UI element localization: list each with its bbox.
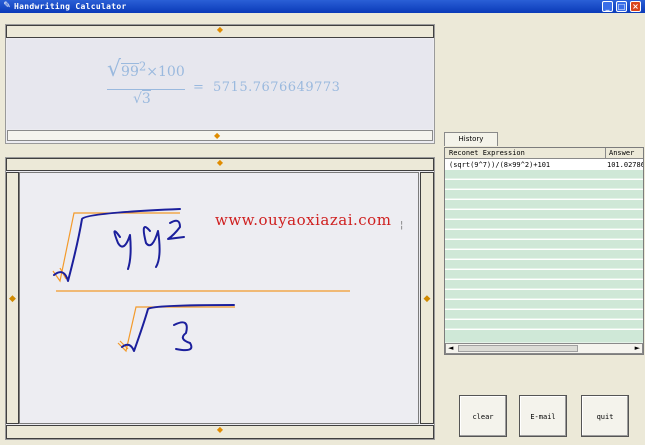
clear-button[interactable]: clear [459, 395, 507, 437]
list-item [445, 220, 643, 229]
handwriting-canvas[interactable]: ¦ www.ouyaoxiazai.com [19, 172, 419, 424]
scrollbar-thumb[interactable] [458, 345, 578, 352]
list-item [445, 210, 643, 219]
window-title: Handwriting Calculator [14, 2, 127, 11]
handwriting-right-splitter[interactable]: ◆ [420, 172, 434, 424]
cursor-marker: ¦ [400, 220, 403, 231]
equals-sign: = [193, 80, 204, 95]
handwritten-exponent-2 [167, 219, 185, 240]
down-arrow-icon: ◆ [216, 425, 224, 434]
close-button[interactable]: × [630, 1, 641, 12]
handwritten-sqrt-lower [121, 304, 235, 352]
scroll-right-icon[interactable]: ► [635, 344, 640, 353]
left-arrow-icon: ◆ [9, 294, 16, 304]
minimize-button[interactable]: _ [602, 1, 613, 12]
list-item [445, 320, 643, 329]
table-row[interactable]: (sqrt(9^7))/(8×99^2)+101 101.02786 [445, 160, 644, 170]
maximize-button[interactable]: □ [616, 1, 627, 12]
formula-denominator: √3 [133, 90, 151, 107]
list-item [445, 230, 643, 239]
up-arrow-icon: ◆ [216, 158, 224, 167]
history-expression: (sqrt(9^7))/(8×99^2)+101 [449, 161, 551, 169]
result-value: 5715.7676649773 [213, 80, 341, 95]
column-header-expression[interactable]: Reconet Expression [449, 148, 525, 159]
result-scrollbar[interactable]: ◆ [7, 130, 433, 141]
email-button[interactable]: E-mail [519, 395, 567, 437]
list-item [445, 250, 643, 259]
list-item [445, 190, 643, 199]
handwritten-digit-9a [113, 230, 132, 270]
watermark-text: www.ouyaoxiazai.com [215, 211, 392, 229]
handwriting-top-splitter[interactable]: ◆ [6, 158, 434, 171]
history-header: Reconet Expression Answer [445, 148, 643, 159]
list-item [445, 240, 643, 249]
down-arrow-icon: ◆ [214, 131, 221, 140]
list-item [445, 310, 643, 319]
handwriting-bottom-splitter[interactable]: ◆ [6, 425, 434, 439]
calculator-app-icon: ✎ [3, 1, 11, 11]
tab-history[interactable]: History [444, 132, 498, 146]
right-arrow-icon: ◆ [423, 294, 431, 304]
list-item [445, 290, 643, 299]
handwritten-digit-9b [142, 226, 161, 268]
up-arrow-icon: ◆ [216, 25, 224, 34]
quit-button[interactable]: quit [581, 395, 629, 437]
recognized-sqrt-guide [52, 212, 180, 283]
column-header-answer[interactable]: Answer [605, 148, 634, 159]
title-bar: ✎ Handwriting Calculator _ □ × [0, 0, 645, 13]
list-item [445, 330, 643, 343]
list-item [445, 180, 643, 189]
list-item [445, 300, 643, 309]
handwriting-left-splitter[interactable]: ◆ [6, 172, 19, 424]
history-answer: 101.02786 [607, 161, 644, 169]
history-scrollbar[interactable]: ◄ ► [445, 343, 643, 354]
result-display: √992×100 √3 = 5715.7676649773 [7, 39, 433, 129]
formula-numerator: √992×100 [107, 57, 185, 82]
list-item [445, 170, 643, 179]
square-root-icon: √ [133, 91, 142, 107]
scroll-left-icon[interactable]: ◄ [448, 344, 453, 353]
square-root-icon: √ [107, 57, 122, 82]
result-panel-top-splitter[interactable]: ◆ [6, 25, 434, 38]
list-item [445, 270, 643, 279]
list-item [445, 260, 643, 269]
list-item [445, 280, 643, 289]
history-table: Reconet Expression Answer (sqrt(9^7))/(8… [444, 147, 644, 355]
handwritten-digit-3 [173, 321, 193, 352]
list-item [445, 200, 643, 209]
